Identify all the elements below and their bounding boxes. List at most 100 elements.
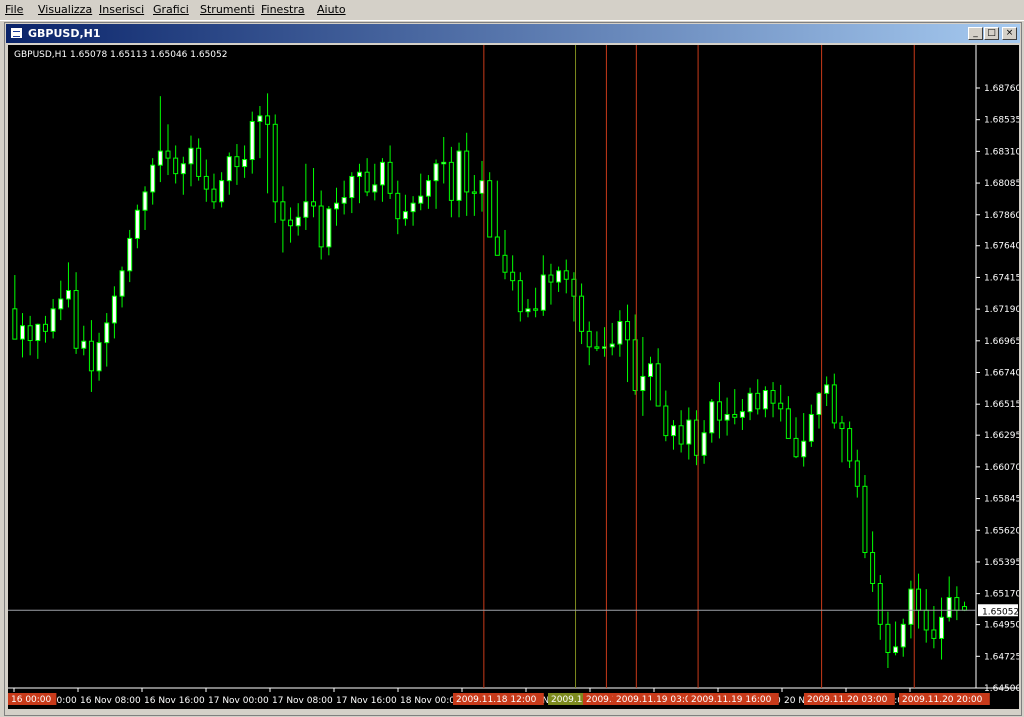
candle-body bbox=[617, 321, 623, 345]
candle-body bbox=[88, 340, 94, 372]
candle-body bbox=[425, 180, 431, 197]
candle-body bbox=[104, 322, 110, 344]
chart-window-icon bbox=[10, 27, 23, 39]
event-time-label: 2009.11.20 20:00 bbox=[902, 695, 983, 705]
window-titlebar[interactable]: GBPUSD,H1 _ □ × bbox=[6, 24, 1020, 43]
candle-body bbox=[119, 270, 125, 297]
y-tick-label: 1.67860 bbox=[984, 211, 1019, 221]
y-tick-label: 1.68535 bbox=[984, 116, 1019, 126]
candle-body bbox=[410, 202, 416, 213]
candle-body bbox=[793, 437, 799, 458]
candle-body bbox=[395, 192, 401, 220]
y-tick-label: 1.68085 bbox=[984, 179, 1019, 189]
candle-body bbox=[58, 298, 64, 310]
candle-body bbox=[150, 164, 156, 193]
price-chart[interactable]: 1.65052 1.68760 1.68535 1.68310 1.68085 1.678… bbox=[8, 45, 1019, 709]
candle-body bbox=[908, 588, 914, 625]
candle-body bbox=[724, 413, 730, 421]
chart-symbol-label: GBPUSD,H1 1.65078 1.65113 1.65046 1.6505… bbox=[14, 50, 228, 60]
candle-body bbox=[962, 606, 968, 611]
candle-body bbox=[180, 163, 186, 175]
restore-button[interactable]: □ bbox=[984, 27, 999, 40]
candle-body bbox=[142, 191, 148, 211]
candle-body bbox=[173, 157, 179, 175]
candle-body bbox=[157, 150, 163, 166]
candle-body bbox=[242, 159, 248, 168]
candle-body bbox=[12, 308, 18, 340]
menu-aiuto[interactable]: Aiuto bbox=[317, 3, 346, 16]
last-price-label: 1.65052 bbox=[982, 607, 1019, 617]
y-tick-label: 1.65170 bbox=[984, 590, 1019, 600]
candle-body bbox=[418, 195, 424, 204]
candle-body bbox=[35, 323, 41, 342]
candle-body bbox=[311, 201, 317, 207]
candle-body bbox=[188, 147, 194, 165]
x-tick-label: 18 Nov 00:00 bbox=[400, 696, 461, 706]
candle-body bbox=[433, 163, 439, 182]
y-tick-label: 1.67640 bbox=[984, 242, 1019, 252]
candle-body bbox=[648, 363, 654, 377]
candle-body bbox=[111, 295, 117, 324]
candle-body bbox=[517, 280, 523, 313]
candle-body bbox=[778, 402, 784, 410]
x-tick-label: 17 Nov 08:00 bbox=[272, 696, 333, 706]
candle-body bbox=[923, 609, 929, 631]
candle-body bbox=[533, 308, 539, 311]
candle-body bbox=[579, 295, 585, 332]
candle-body bbox=[839, 422, 845, 430]
y-tick-label: 1.68760 bbox=[984, 84, 1019, 94]
y-tick-label: 1.68310 bbox=[984, 147, 1019, 157]
candle-body bbox=[556, 270, 562, 283]
menu-file[interactable]: File bbox=[5, 3, 23, 16]
candle-body bbox=[464, 150, 470, 193]
candle-body bbox=[716, 401, 722, 421]
y-tick-label: 1.66965 bbox=[984, 337, 1019, 347]
menu-grafici[interactable]: Grafici bbox=[153, 3, 189, 16]
candle-body bbox=[563, 270, 569, 280]
candle-body bbox=[326, 208, 332, 248]
candle-body bbox=[808, 413, 814, 442]
candle-body bbox=[203, 175, 209, 190]
menu-strumenti[interactable]: Strumenti bbox=[200, 3, 255, 16]
candle-body bbox=[785, 408, 791, 439]
y-tick-label: 1.67415 bbox=[984, 273, 1019, 283]
candle-body bbox=[265, 115, 271, 125]
candle-body bbox=[402, 211, 408, 220]
candle-body bbox=[755, 392, 761, 410]
x-tick-label: 17 Nov 00:00 bbox=[208, 696, 269, 706]
window-title: GBPUSD,H1 bbox=[28, 27, 101, 40]
candle-body bbox=[372, 184, 378, 193]
candle-body bbox=[931, 629, 937, 639]
x-tick-label: 17 Nov 16:00 bbox=[336, 696, 397, 706]
close-button[interactable]: × bbox=[1002, 27, 1017, 40]
candle-body bbox=[234, 156, 240, 168]
candle-body bbox=[81, 340, 87, 349]
candle-body bbox=[19, 325, 25, 340]
candle-body bbox=[441, 161, 447, 165]
candle-body bbox=[349, 175, 355, 199]
candle-body bbox=[862, 485, 868, 554]
candle-body bbox=[456, 150, 462, 201]
candle-body bbox=[655, 363, 661, 407]
candle-body bbox=[65, 290, 71, 300]
event-time-label: 2009.11.20 03:00 bbox=[807, 695, 888, 705]
candle-body bbox=[196, 147, 202, 177]
menu-inserisci[interactable]: Inserisci bbox=[99, 3, 144, 16]
candle-body bbox=[502, 254, 508, 273]
candle-body bbox=[762, 390, 768, 410]
chart-canvas: 1.65052 1.68760 1.68535 1.68310 1.68085 1.678… bbox=[8, 45, 1019, 706]
candle-body bbox=[448, 161, 454, 201]
candle-body bbox=[739, 411, 745, 418]
menu-finestra[interactable]: Finestra bbox=[261, 3, 305, 16]
menu-visualizza[interactable]: Visualizza bbox=[38, 3, 92, 16]
candle-body bbox=[219, 180, 225, 203]
candle-body bbox=[916, 588, 922, 611]
menu-bar: File Visualizza Inserisci Grafici Strume… bbox=[0, 0, 1024, 21]
y-tick-label: 1.65620 bbox=[984, 526, 1019, 536]
candle-body bbox=[540, 274, 546, 311]
minimize-button[interactable]: _ bbox=[968, 27, 983, 40]
candle-body bbox=[586, 330, 592, 348]
event-time-label: 2009.11.19 03:00 bbox=[616, 695, 697, 705]
candle-body bbox=[257, 115, 263, 123]
candle-body bbox=[900, 623, 906, 648]
